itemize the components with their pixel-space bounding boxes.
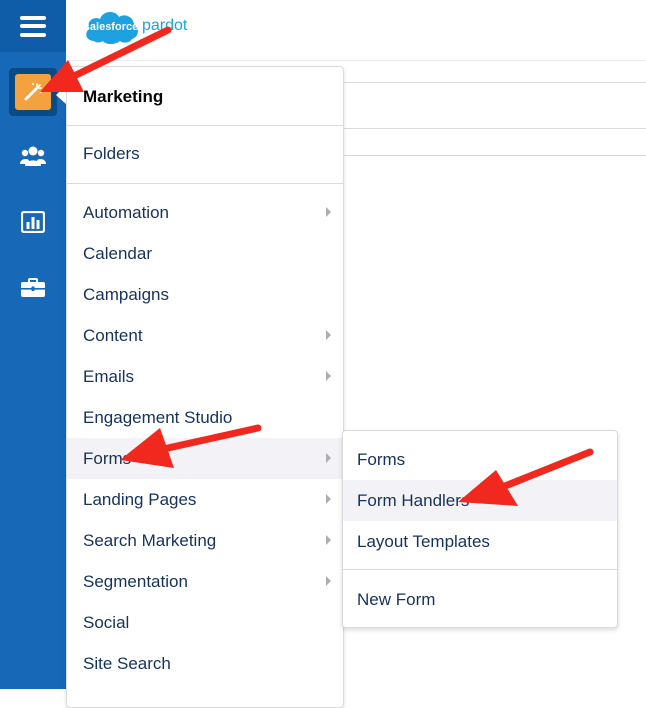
submenu-item-label: Forms xyxy=(357,449,406,469)
menu-item-folders[interactable]: Folders xyxy=(67,133,343,174)
submenu-divider xyxy=(343,569,617,570)
chevron-right-icon xyxy=(326,371,331,381)
menu-item-label: Segmentation xyxy=(83,571,188,591)
menu-item-label: Engagement Studio xyxy=(83,407,233,427)
menu-item-segmentation[interactable]: Segmentation xyxy=(67,561,343,602)
hamburger-menu-icon xyxy=(20,15,46,37)
menu-item-label: Calendar xyxy=(83,243,152,263)
submenu-item-label: Form Handlers xyxy=(357,490,470,510)
flyout-title: Marketing xyxy=(83,87,164,106)
menu-item-label: Campaigns xyxy=(83,284,169,304)
menu-item-automation[interactable]: Automation xyxy=(67,192,343,233)
menu-item-label: Content xyxy=(83,325,143,345)
page-divider xyxy=(342,128,646,129)
menu-item-emails[interactable]: Emails xyxy=(67,356,343,397)
flyout-divider xyxy=(67,183,343,184)
menu-item-landing-pages[interactable]: Landing Pages xyxy=(67,479,343,520)
marketing-nav-tile xyxy=(9,68,57,116)
menu-item-label: Search Marketing xyxy=(83,530,217,550)
menu-item-forms[interactable]: Forms xyxy=(67,438,343,479)
chevron-right-icon xyxy=(326,535,331,545)
menu-item-campaigns[interactable]: Campaigns xyxy=(67,274,343,315)
submenu-item-new-form[interactable]: New Form xyxy=(343,579,617,620)
chevron-right-icon xyxy=(326,453,331,463)
chevron-right-icon xyxy=(326,576,331,586)
menu-item-label: Site Search xyxy=(83,653,171,673)
menu-item-content[interactable]: Content xyxy=(67,315,343,356)
chevron-right-icon xyxy=(326,330,331,340)
bar-chart-icon xyxy=(20,210,46,238)
menu-item-label: Social xyxy=(83,612,130,632)
top-header: salesforce pardot xyxy=(66,0,646,61)
product-name: pardot xyxy=(142,17,188,34)
reports-nav-button[interactable] xyxy=(0,196,66,252)
salesforce-pardot-logo[interactable]: salesforce pardot xyxy=(84,3,224,47)
submenu-item-layout-templates[interactable]: Layout Templates xyxy=(343,521,617,562)
menu-item-label: Automation xyxy=(83,202,169,222)
hamburger-menu-button[interactable] xyxy=(0,0,66,52)
menu-item-label: Landing Pages xyxy=(83,489,197,509)
submenu-item-forms[interactable]: Forms xyxy=(343,439,617,480)
menu-item-engagement-studio[interactable]: Engagement Studio xyxy=(67,397,343,438)
magic-wand-icon xyxy=(15,74,51,110)
menu-item-calendar[interactable]: Calendar xyxy=(67,233,343,274)
submenu-item-label: New Form xyxy=(357,589,436,609)
submenu-item-form-handlers[interactable]: Form Handlers xyxy=(343,480,617,521)
prospects-nav-button[interactable] xyxy=(0,130,66,186)
submenu-item-label: Layout Templates xyxy=(357,531,490,551)
page-divider xyxy=(342,82,646,83)
marketing-flyout-menu: Marketing Folders Automation Calendar Ca… xyxy=(66,66,344,708)
menu-item-search-marketing[interactable]: Search Marketing xyxy=(67,520,343,561)
menu-item-label: Emails xyxy=(83,366,135,386)
chevron-right-icon xyxy=(326,207,331,217)
menu-item-site-search[interactable]: Site Search xyxy=(67,643,343,684)
menu-item-label: Folders xyxy=(83,143,140,163)
logo-wordmark: salesforce xyxy=(84,21,138,33)
chevron-right-icon xyxy=(326,494,331,504)
flyout-header: Marketing xyxy=(67,67,343,126)
forms-submenu: Forms Form Handlers Layout Templates New… xyxy=(342,430,618,628)
menu-item-label: Forms xyxy=(83,448,132,468)
page-divider xyxy=(342,155,646,156)
menu-item-social[interactable]: Social xyxy=(67,602,343,643)
flyout-pointer xyxy=(56,86,66,104)
people-group-icon xyxy=(20,145,46,172)
admin-nav-button[interactable] xyxy=(0,262,66,318)
briefcase-icon xyxy=(21,277,45,303)
